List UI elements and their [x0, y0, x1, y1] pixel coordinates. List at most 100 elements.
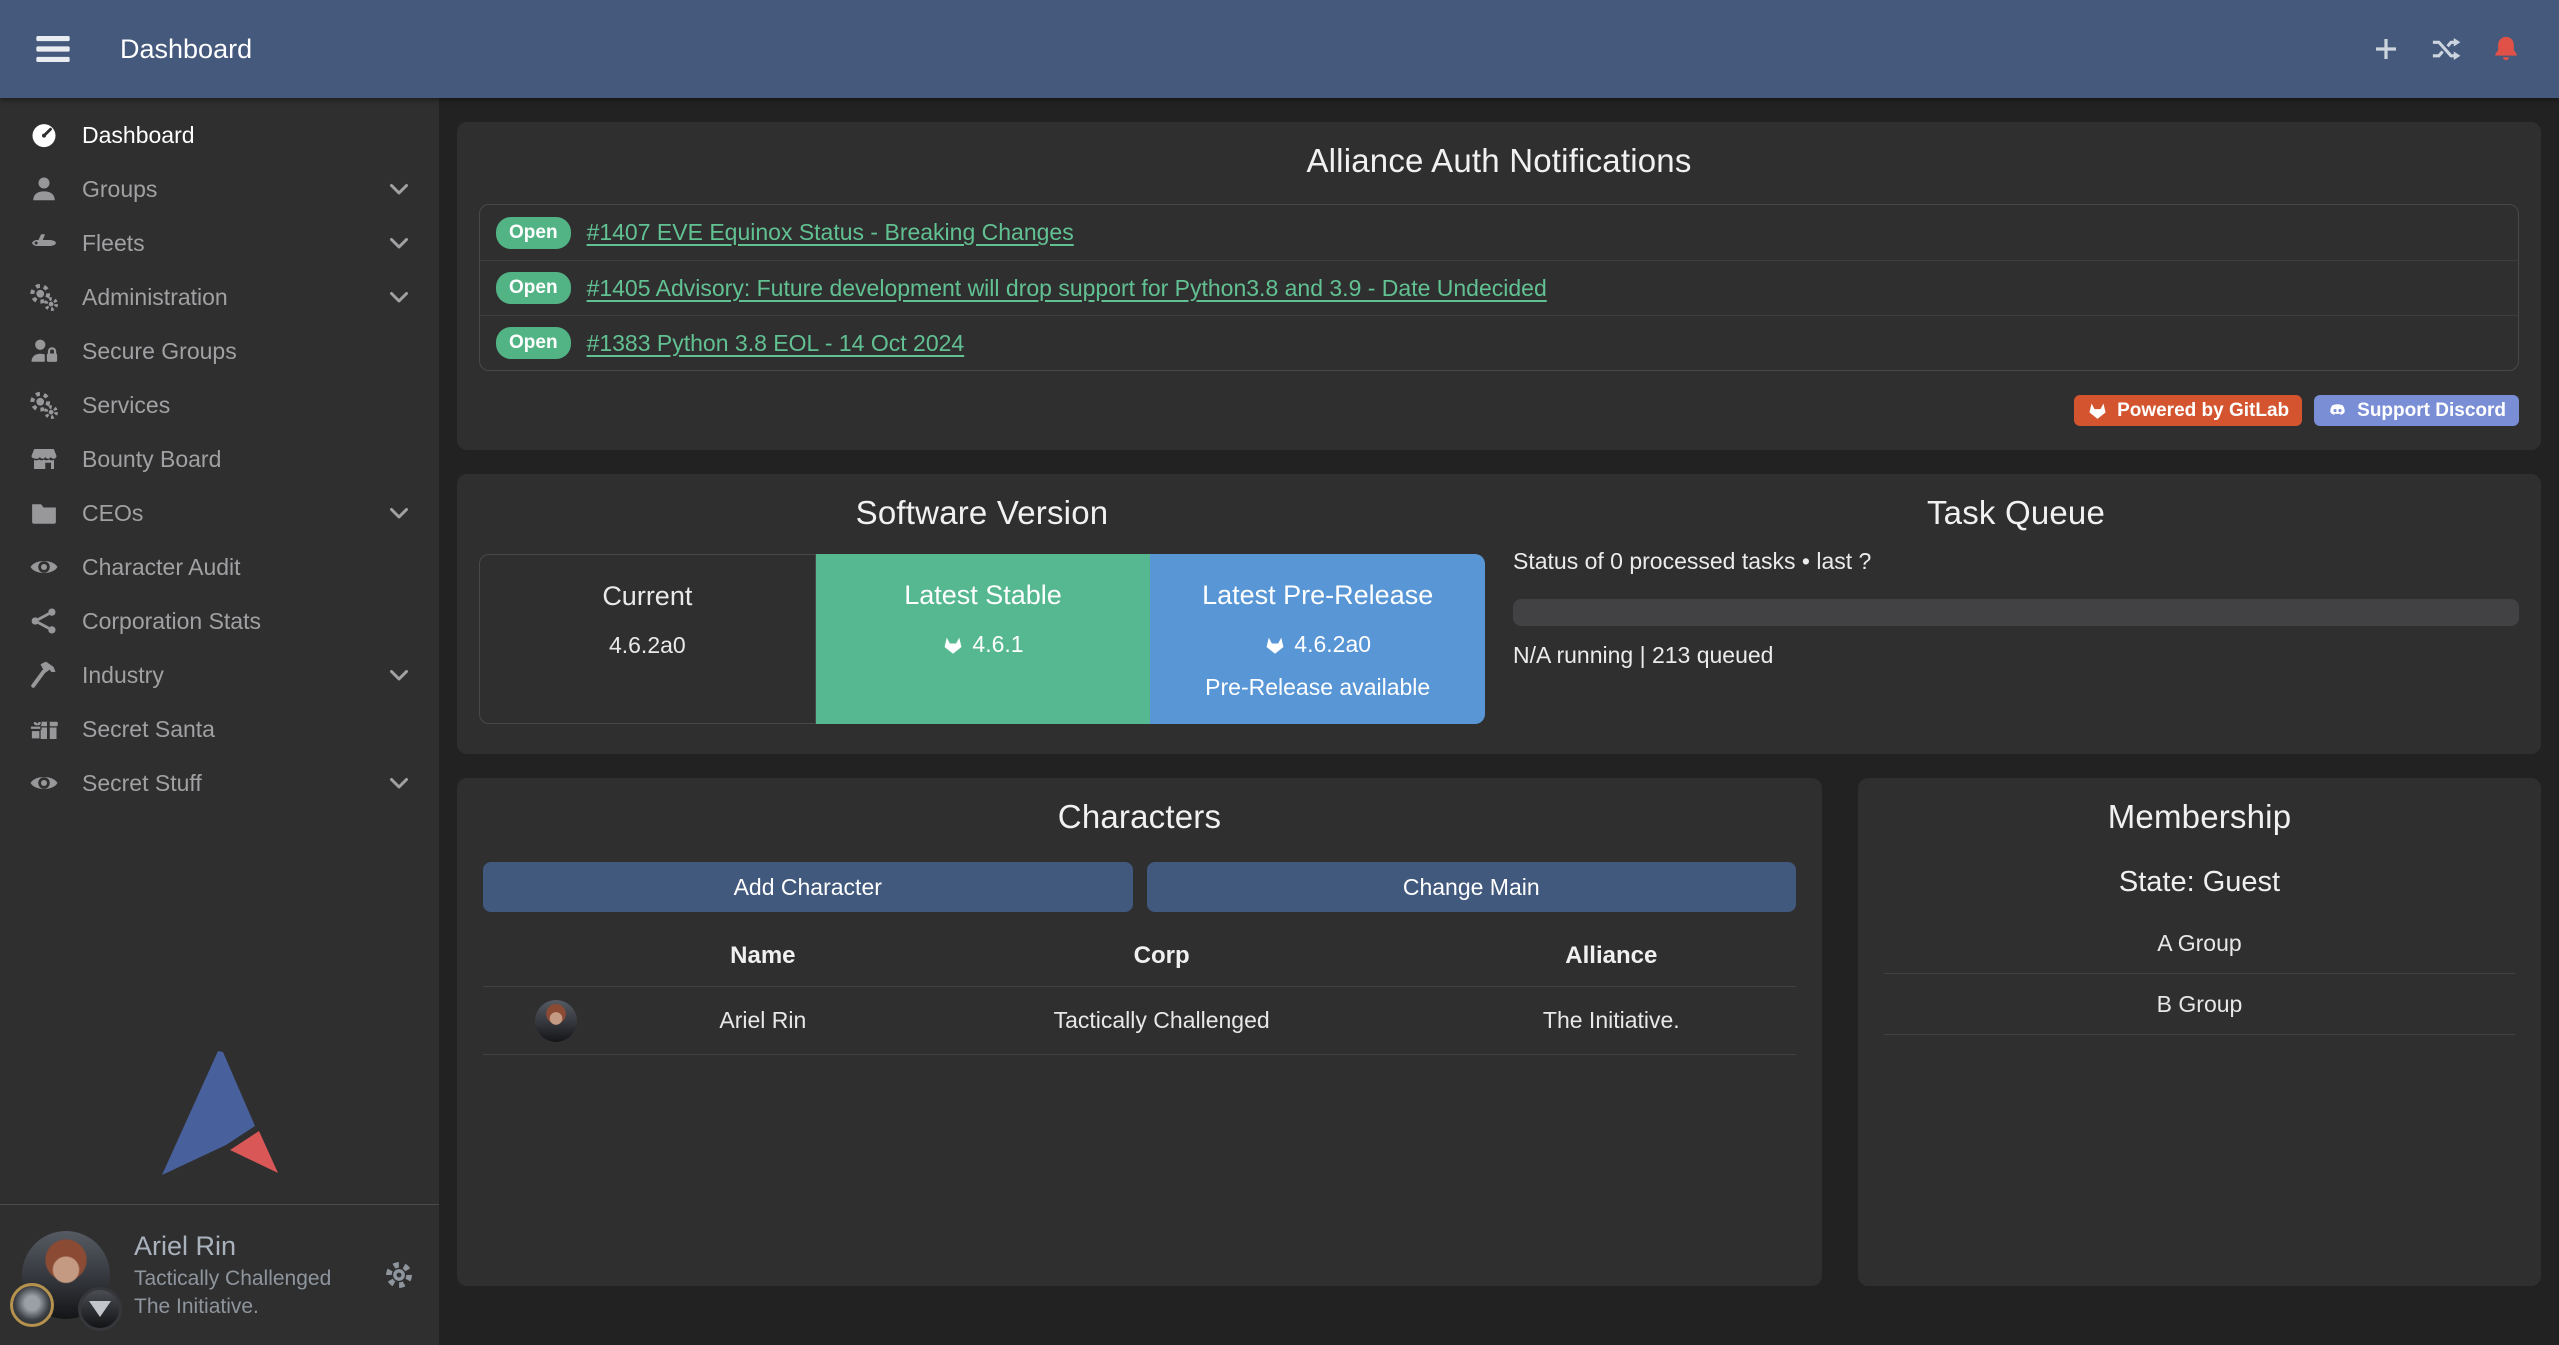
eye-icon	[26, 551, 62, 583]
notification-link[interactable]: #1407 EVE Equinox Status - Breaking Chan…	[587, 219, 1074, 246]
sidebar-item-dashboard[interactable]: Dashboard	[0, 108, 439, 162]
sidebar-item-character-audit[interactable]: Character Audit	[0, 540, 439, 594]
gitlab-icon	[942, 634, 964, 656]
sidebar-item-label: CEOs	[82, 500, 143, 527]
sidebar-item-label: Secret Stuff	[82, 770, 202, 797]
sidebar-item-label: Corporation Stats	[82, 608, 261, 635]
sidebar-item-label: Groups	[82, 176, 157, 203]
notifications-title: Alliance Auth Notifications	[479, 142, 2519, 180]
gear-icon	[383, 1259, 415, 1291]
task-queue-counts: N/A running | 213 queued	[1513, 642, 2519, 669]
sidebar-item-groups[interactable]: Groups	[0, 162, 439, 216]
sidebar-item-secure-groups[interactable]: Secure Groups	[0, 324, 439, 378]
task-queue-progressbar	[1513, 599, 2519, 626]
version-cell-latest-stable: Latest Stable 4.6.1	[816, 554, 1151, 724]
user-alliance-logo	[78, 1287, 122, 1331]
cogs-icon	[26, 389, 62, 421]
version-value: 4.6.2a0	[1294, 631, 1371, 658]
eye-icon	[26, 767, 62, 799]
sidebar-item-label: Fleets	[82, 230, 145, 257]
sidebar-item-bounty-board[interactable]: Bounty Board	[0, 432, 439, 486]
sidebar-item-secret-santa[interactable]: Secret Santa	[0, 702, 439, 756]
characters-table-header: Name Corp Alliance	[483, 942, 1796, 987]
chevron-down-icon	[387, 501, 411, 525]
user-icon	[26, 173, 62, 205]
gitlab-icon	[1264, 634, 1286, 656]
discord-icon	[2327, 400, 2348, 421]
status-badge: Open	[496, 327, 571, 359]
user-alliance: The Initiative.	[134, 1293, 331, 1321]
list-item: Open #1383 Python 3.8 EOL - 14 Oct 2024	[480, 315, 2518, 370]
list-item: A Group	[1884, 913, 2515, 974]
software-version-title: Software Version	[479, 494, 1485, 532]
task-queue-title: Task Queue	[1513, 494, 2519, 532]
characters-table: Name Corp Alliance Ariel Rin Tactically …	[483, 942, 1796, 1055]
header-name: Name	[629, 942, 897, 970]
top-navbar: Dashboard	[0, 0, 2559, 98]
software-version-section: Software Version Current 4.6.2a0 Latest …	[479, 494, 1485, 724]
random-page-button[interactable]	[2431, 34, 2461, 64]
cogs-icon	[26, 281, 62, 313]
sidebar-item-services[interactable]: Services	[0, 378, 439, 432]
add-button[interactable]	[2371, 34, 2401, 64]
chevron-down-icon	[387, 285, 411, 309]
gitlab-badge-label: Powered by GitLab	[2117, 400, 2289, 422]
sidebar: Dashboard Groups Fleets Administration S…	[0, 98, 439, 1345]
change-main-button[interactable]: Change Main	[1147, 862, 1797, 912]
alliance-auth-logo	[160, 1049, 280, 1182]
page-title: Dashboard	[120, 34, 252, 65]
membership-panel: Membership State: Guest A Group B Group	[1858, 778, 2541, 1286]
footer-badges: Powered by GitLab Support Discord	[479, 395, 2519, 426]
list-item: Open #1405 Advisory: Future development …	[480, 260, 2518, 315]
version-cell-latest-prerelease: Latest Pre-Release 4.6.2a0 Pre-Release a…	[1150, 554, 1485, 724]
sidebar-item-industry[interactable]: Industry	[0, 648, 439, 702]
navbar-actions	[2371, 34, 2521, 64]
status-badge: Open	[496, 217, 571, 249]
version-value: 4.6.2a0	[609, 632, 686, 659]
task-queue-section: Task Queue Status of 0 processed tasks •…	[1513, 494, 2519, 724]
notifications-button[interactable]	[2491, 34, 2521, 64]
sidebar-item-secret-stuff[interactable]: Secret Stuff	[0, 756, 439, 810]
bell-icon	[2491, 34, 2521, 64]
add-character-button[interactable]: Add Character	[483, 862, 1133, 912]
version-cells: Current 4.6.2a0 Latest Stable 4.6.1 Late…	[479, 554, 1485, 724]
shuttle-icon	[26, 227, 62, 259]
sidebar-item-administration[interactable]: Administration	[0, 270, 439, 324]
sidebar-item-label: Services	[82, 392, 170, 419]
chevron-down-icon	[387, 177, 411, 201]
hamburger-menu-button[interactable]	[30, 29, 76, 69]
user-lock-icon	[26, 335, 62, 367]
sidebar-item-fleets[interactable]: Fleets	[0, 216, 439, 270]
character-name: Ariel Rin	[629, 1007, 897, 1034]
characters-panel: Characters Add Character Change Main Nam…	[457, 778, 1822, 1286]
version-cell-title: Latest Stable	[816, 580, 1151, 611]
discord-badge[interactable]: Support Discord	[2314, 395, 2519, 426]
chevron-down-icon	[387, 231, 411, 255]
notification-link[interactable]: #1405 Advisory: Future development will …	[587, 275, 1547, 302]
user-corp-logo	[10, 1283, 54, 1327]
sidebar-item-label: Industry	[82, 662, 164, 689]
version-value: 4.6.1	[972, 631, 1023, 658]
list-item: B Group	[1884, 974, 2515, 1035]
gitlab-icon	[2087, 400, 2108, 421]
version-cell-title: Latest Pre-Release	[1150, 580, 1485, 611]
hammer-icon	[26, 659, 62, 691]
characters-title: Characters	[483, 798, 1796, 836]
notification-link[interactable]: #1383 Python 3.8 EOL - 14 Oct 2024	[587, 330, 965, 357]
share-nodes-icon	[26, 605, 62, 637]
gifts-icon	[26, 713, 62, 745]
version-cell-current: Current 4.6.2a0	[479, 554, 816, 724]
user-name: Ariel Rin	[134, 1229, 331, 1265]
gitlab-badge[interactable]: Powered by GitLab	[2074, 395, 2302, 426]
chevron-down-icon	[387, 771, 411, 795]
user-info: Ariel Rin Tactically Challenged The Init…	[134, 1229, 331, 1320]
version-cell-title: Current	[480, 581, 815, 612]
shuffle-icon	[2431, 34, 2461, 64]
sidebar-item-corporation-stats[interactable]: Corporation Stats	[0, 594, 439, 648]
user-settings-button[interactable]	[383, 1259, 415, 1291]
sidebar-item-label: Secret Santa	[82, 716, 215, 743]
sidebar-item-ceos[interactable]: CEOs	[0, 486, 439, 540]
header-alliance: Alliance	[1427, 942, 1796, 970]
user-avatar	[22, 1231, 110, 1319]
prerelease-note: Pre-Release available	[1150, 674, 1485, 701]
